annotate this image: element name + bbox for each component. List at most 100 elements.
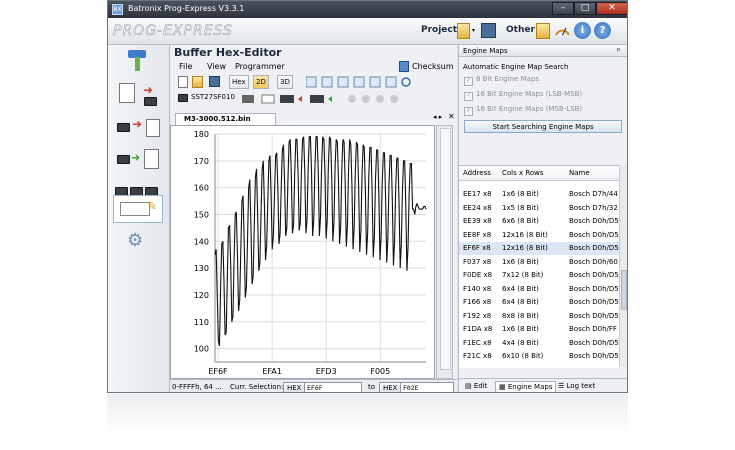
vertical-scrollbar[interactable] — [436, 125, 453, 379]
nav-write-device[interactable]: ➜ — [113, 113, 163, 145]
y-tick-label: 100 — [194, 345, 209, 354]
option-16bit-lsb-msb-label: 16 Bit Engine Maps (LSB-MSB) — [476, 90, 583, 98]
cell-name: Bosch D7h/44 — [569, 190, 618, 198]
table-row[interactable]: EF6F x8 12x16 (8 Bit) Bosch D0h/D5 — [459, 242, 619, 255]
close-tab-icon[interactable]: ✕ — [448, 112, 455, 121]
arrow-icon: ➜ — [143, 83, 154, 97]
new-file-icon[interactable] — [178, 76, 188, 88]
tab-nav-icon[interactable]: ◂ ▸ — [433, 113, 442, 121]
table-row[interactable]: F037 x8 1x6 (8 Bit) Bosch D0h/60 — [459, 256, 619, 269]
chart-tool-icons[interactable] — [305, 76, 424, 88]
chevron-down-icon[interactable]: ▾ — [472, 28, 478, 34]
clipboard-icon[interactable] — [536, 23, 550, 39]
option-8bit[interactable]: ✓ 8 Bit Engine Maps — [464, 75, 539, 86]
disabled-tool-icons — [346, 93, 406, 105]
selection-from-input[interactable]: EF6F — [304, 382, 362, 392]
hex-view-button[interactable]: Hex — [229, 75, 249, 89]
view-2d-button[interactable]: 2D — [253, 75, 269, 89]
folder-icon[interactable] — [457, 23, 470, 39]
cell-size: 1x5 (8 Bit) — [502, 203, 539, 212]
cell-address: EE24 x8 — [463, 203, 492, 212]
cell-name: Bosch D0h/D5 — [569, 298, 619, 306]
pencil-icon: ✎ — [147, 199, 158, 213]
nav-hex-editor[interactable]: ✎ — [113, 195, 163, 223]
table-row[interactable]: F21C x8 6x10 (8 Bit) Bosch D0h/D5 — [459, 350, 619, 363]
app-logo: PROG-EXPRESS — [113, 23, 233, 40]
line-chart: 100 110 120 130 140 150 160 170 180 EF6F EFA1 EFD3 F… — [194, 130, 427, 376]
help-icon[interactable]: ? — [594, 22, 611, 39]
cell-address: F166 x8 — [463, 298, 492, 306]
table-row[interactable]: F1EC x8 4x4 (8 Bit) Bosch D0h/D5 — [459, 337, 619, 350]
menu-view[interactable]: View — [207, 62, 226, 74]
table-row[interactable]: EE24 x8 1x5 (8 Bit) Bosch D7h/32 — [459, 202, 619, 215]
cell-address: F21C x8 — [463, 352, 492, 360]
panel-title: Buffer Hex-Editor — [174, 46, 282, 59]
close-button[interactable]: ✕ — [596, 2, 627, 15]
window-reflection — [107, 394, 628, 434]
hex-format-button-to[interactable]: HEX — [379, 382, 402, 392]
maximize-button[interactable]: □ — [574, 2, 596, 15]
x-tick-label: EFA1 — [262, 367, 281, 376]
col-size[interactable]: Cols x Rows — [502, 169, 544, 177]
menu-file[interactable]: File — [179, 62, 192, 74]
map-icon: ▦ — [499, 383, 508, 391]
save-icon[interactable] — [481, 23, 496, 38]
device-name[interactable]: SST27SF010 — [191, 93, 235, 105]
other-label[interactable]: Other — [506, 25, 535, 35]
option-8bit-label: 8 Bit Engine Maps — [476, 75, 540, 83]
table-row[interactable]: F1DA x8 1x6 (8 Bit) Bosch D0h/FF — [459, 323, 619, 336]
left-nav: ➜ ➜ ➜ ✎ ⚙ — [108, 45, 170, 392]
title-bar: BX Batronix Prog-Express V3.3.1 – □ ✕ — [108, 1, 627, 18]
cell-name: Bosch D0h/D5 — [569, 338, 619, 347]
cell-address: EE17 x8 — [463, 190, 492, 198]
option-16bit-msb-lsb[interactable]: ✓ 16 Bit Engine Maps (MSB-LSB) — [464, 105, 582, 116]
nav-settings[interactable]: ⚙ — [113, 227, 163, 259]
col-name[interactable]: Name — [569, 169, 590, 177]
table-row[interactable]: F192 x8 8x8 (8 Bit) Bosch D0h/D5 — [459, 310, 619, 323]
gauge-icon[interactable] — [554, 22, 571, 39]
tab-engine-maps[interactable]: ▦ Engine Maps — [495, 381, 557, 392]
checksum-button[interactable]: Checksum — [412, 62, 454, 74]
info-icon[interactable]: i — [574, 22, 591, 39]
document-tab[interactable]: M3-3000.512.bin — [175, 113, 276, 125]
tab-edit[interactable]: ▤ Edit — [462, 381, 490, 392]
table-row[interactable]: EE39 x8 6x6 (8 Bit) Bosch D0h/D5 — [459, 215, 619, 228]
x-tick-label: F005 — [370, 367, 390, 376]
table-row[interactable]: F140 x8 6x4 (8 Bit) Bosch D0h/D5 — [459, 283, 619, 296]
y-tick-label: 170 — [194, 157, 209, 166]
cell-name: Bosch D7h/32 — [569, 203, 618, 212]
cell-name: Bosch D0h/D5 — [569, 217, 619, 225]
nav-device-selection[interactable] — [113, 47, 163, 79]
nav-compare-device[interactable]: ➜ — [113, 145, 163, 177]
open-folder-icon[interactable] — [192, 76, 203, 88]
device-tool-icons[interactable] — [242, 93, 338, 105]
table-row[interactable]: EE8F x8 12x16 (8 Bit) Bosch D0h/D5 — [459, 229, 619, 242]
chip-icon — [117, 123, 130, 132]
hex-format-button-from[interactable]: HEX — [283, 382, 306, 392]
cell-name: Bosch D0h/FF — [569, 325, 617, 333]
col-address[interactable]: Address — [463, 169, 491, 177]
table-row[interactable]: F166 x8 6x4 (8 Bit) Bosch D0h/D5 — [459, 296, 619, 309]
view-3d-button[interactable]: 3D — [277, 75, 293, 89]
save-file-icon[interactable] — [209, 76, 220, 87]
cell-address: EF6F x8 — [463, 244, 491, 252]
table-row[interactable]: F0DE x8 7x12 (8 Bit) Bosch D0h/D5 — [459, 269, 619, 282]
start-search-button[interactable]: Start Searching Engine Maps — [464, 120, 622, 133]
table-scrollbar[interactable] — [619, 165, 627, 367]
chip-small-icon — [178, 94, 188, 103]
menu-programmer[interactable]: Programmer — [235, 62, 285, 74]
connector-stem-icon — [135, 57, 140, 71]
project-label[interactable]: Project — [421, 25, 457, 35]
selection-to-input[interactable]: F02E — [400, 382, 454, 392]
minimize-button[interactable]: – — [552, 2, 574, 15]
tab-log-text[interactable]: ☰ Log text — [555, 381, 598, 392]
bottom-tabs: ▤ Edit ▦ Engine Maps ☰ Log text — [459, 378, 627, 392]
y-tick-label: 140 — [194, 237, 209, 246]
nav-read-device[interactable]: ➜ — [113, 79, 163, 111]
checksum-icon[interactable] — [399, 61, 409, 72]
cell-name: Bosch D0h/D5 — [569, 284, 619, 293]
option-16bit-lsb-msb[interactable]: ✓ 16 Bit Engine Maps (LSB-MSB) — [464, 90, 582, 101]
engine-maps-panel: Engine Maps ᵖ Automatic Engine Map Searc… — [458, 45, 627, 392]
pin-icon[interactable]: ᵖ — [617, 46, 620, 55]
table-row[interactable]: EE17 x8 1x6 (8 Bit) Bosch D7h/44 — [459, 188, 619, 201]
